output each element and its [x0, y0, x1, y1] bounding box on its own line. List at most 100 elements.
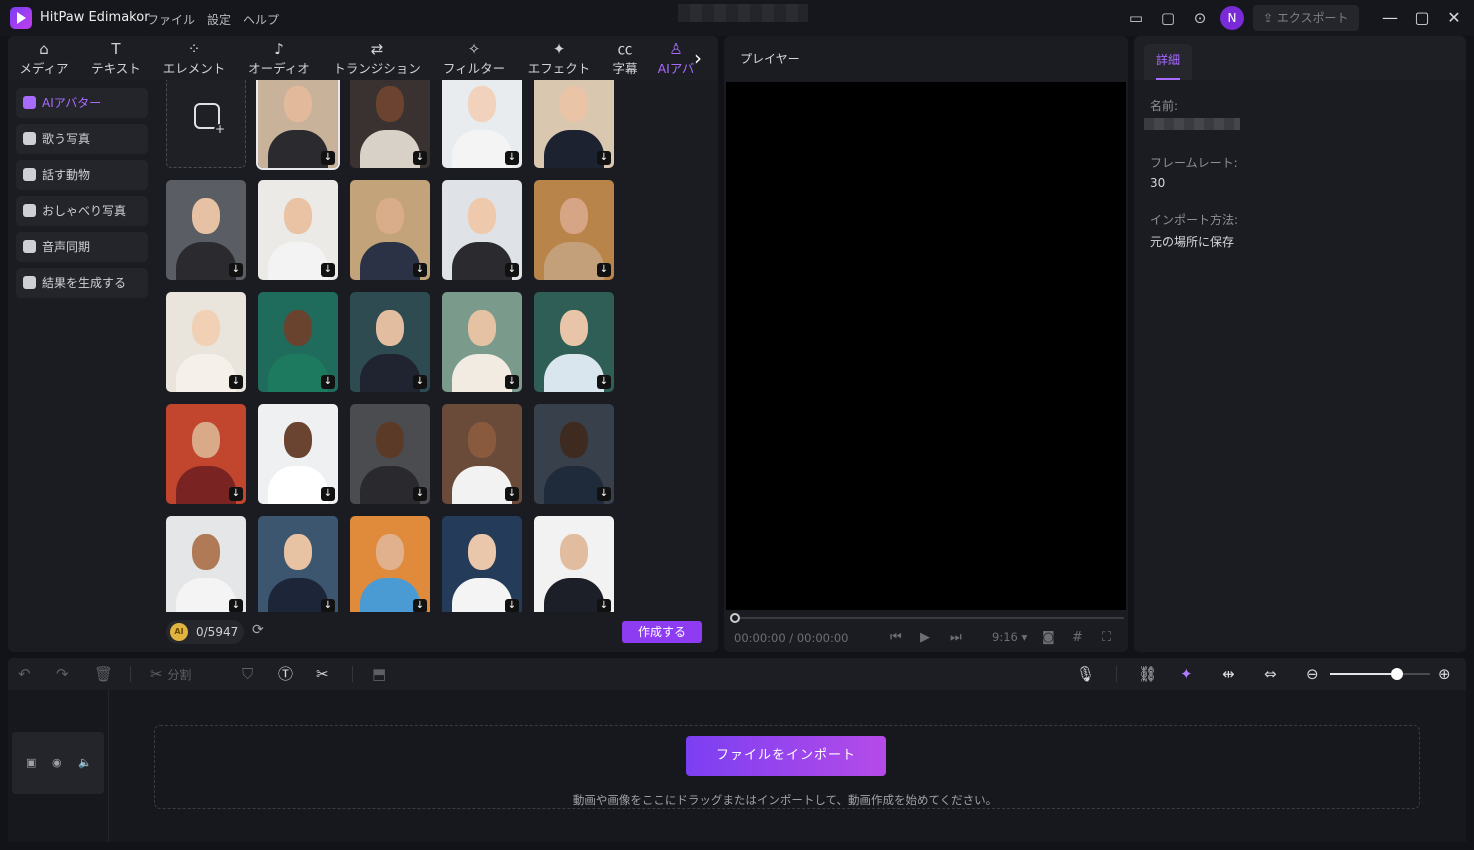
tab-subtitle[interactable]: ㏄字幕 — [610, 40, 640, 77]
next-frame-icon[interactable]: ⏭ — [950, 630, 962, 645]
sidebar-item-singing-photo[interactable]: 歌う写真 — [16, 124, 148, 154]
avatar-thumbnail[interactable]: ↓ — [442, 80, 522, 168]
progress-handle[interactable] — [730, 613, 740, 623]
download-icon[interactable]: ↓ — [229, 487, 243, 501]
avatar-thumbnail[interactable]: ↓ — [442, 404, 522, 504]
undo-icon[interactable]: ↶ — [18, 664, 31, 684]
download-icon[interactable]: ↓ — [505, 151, 519, 165]
smart-cut-icon[interactable]: ✂ — [316, 664, 329, 684]
avatar-thumbnail[interactable]: ↓ — [166, 292, 246, 392]
download-icon[interactable]: ↓ — [413, 487, 427, 501]
avatar-thumbnail[interactable]: ↓ — [350, 80, 430, 168]
tab-filter[interactable]: ✧ フィルター — [440, 40, 508, 77]
close-icon[interactable]: ✕ — [1444, 8, 1464, 28]
download-icon[interactable]: ↓ — [597, 151, 611, 165]
chevron-right-icon[interactable]: › — [694, 46, 702, 70]
aspect-ratio-select[interactable]: 9:16 ▾ — [992, 630, 1027, 644]
download-icon[interactable]: ↓ — [597, 487, 611, 501]
download-icon[interactable]: ↓ — [597, 263, 611, 277]
download-icon[interactable]: ↓ — [229, 599, 243, 612]
fit-icon[interactable]: ⇔ — [1264, 664, 1277, 684]
avatar-thumbnail[interactable]: ↓ — [350, 516, 430, 612]
text-tool-icon[interactable]: Ⓣ — [278, 664, 293, 684]
avatar-thumbnail[interactable]: ↓ — [166, 180, 246, 280]
tab-effect[interactable]: ✦ エフェクト — [524, 40, 594, 77]
microphone-icon[interactable]: 🎙 — [1076, 664, 1095, 684]
sidebar-item-talking-photo[interactable]: おしゃべり写真 — [16, 196, 148, 226]
download-icon[interactable]: ↓ — [229, 375, 243, 389]
add-avatar-button[interactable] — [166, 80, 246, 168]
avatar-thumbnail[interactable]: ↓ — [534, 516, 614, 612]
download-icon[interactable]: ↓ — [413, 375, 427, 389]
tab-text[interactable]: T テキスト — [88, 40, 144, 77]
avatar-thumbnail[interactable]: ↓ — [258, 292, 338, 392]
avatar-thumbnail[interactable]: ↓ — [534, 292, 614, 392]
avatar-thumbnail[interactable]: ↓ — [350, 292, 430, 392]
download-icon[interactable]: ↓ — [413, 599, 427, 612]
menu-settings[interactable]: 設定 — [207, 11, 231, 28]
tab-transition[interactable]: ⇄ トランジション — [330, 40, 424, 77]
download-icon[interactable]: ↓ — [597, 599, 611, 612]
menu-help[interactable]: ヘルプ — [243, 11, 279, 28]
avatar-thumbnail[interactable]: ↓ — [442, 292, 522, 392]
sidebar-item-talking-animal[interactable]: 話す動物 — [16, 160, 148, 190]
snapshot-icon[interactable]: ◙ — [1042, 630, 1055, 645]
zoom-slider-handle[interactable] — [1391, 668, 1403, 680]
download-icon[interactable]: ↓ — [413, 151, 427, 165]
avatar-thumbnail[interactable]: ↓ — [534, 180, 614, 280]
progress-bar[interactable] — [734, 617, 1124, 619]
avatar-thumbnail[interactable]: ↓ — [442, 516, 522, 612]
avatar-thumbnail[interactable]: ↓ — [258, 180, 338, 280]
zoom-out-icon[interactable]: ⊖ — [1306, 664, 1319, 684]
avatar-thumbnail[interactable]: ↓ — [166, 516, 246, 612]
avatar-thumbnail[interactable]: ↓ — [534, 404, 614, 504]
prev-frame-icon[interactable]: ⏮ — [890, 630, 902, 645]
export-clip-icon[interactable]: ⬒ — [372, 664, 386, 684]
layout-icon[interactable]: ▭ — [1126, 8, 1146, 28]
track-lock-icon[interactable]: ▣ — [26, 756, 36, 769]
download-icon[interactable]: ↓ — [597, 375, 611, 389]
download-icon[interactable]: ↓ — [321, 487, 335, 501]
download-icon[interactable]: ↓ — [321, 263, 335, 277]
tab-media[interactable]: ⌂ メディア — [18, 40, 70, 77]
avatar-thumbnail[interactable]: ↓ — [258, 516, 338, 612]
track-visibility-icon[interactable]: ◉ — [52, 756, 62, 769]
user-avatar[interactable]: N — [1220, 6, 1244, 30]
minimize-icon[interactable]: — — [1380, 8, 1400, 28]
sidebar-item-ai-avatar[interactable]: AIアバター — [16, 88, 148, 118]
play-icon[interactable]: ▶ — [920, 630, 930, 645]
import-file-button[interactable]: ファイルをインポート — [686, 736, 886, 776]
download-icon[interactable]: ⊙ — [1190, 8, 1210, 28]
download-icon[interactable]: ↓ — [505, 375, 519, 389]
redo-icon[interactable]: ↷ — [56, 664, 69, 684]
download-icon[interactable]: ↓ — [321, 599, 335, 612]
download-icon[interactable]: ↓ — [321, 151, 335, 165]
fullscreen-icon[interactable]: ⛶ — [1102, 630, 1111, 645]
ai-track-icon[interactable]: ✦ — [1180, 664, 1193, 684]
crop-icon[interactable]: # — [1072, 630, 1083, 645]
avatar-thumbnail[interactable]: ↓ — [350, 404, 430, 504]
sidebar-item-results[interactable]: 結果を生成する — [16, 268, 148, 298]
split-track-icon[interactable]: ⇹ — [1222, 664, 1235, 684]
avatar-thumbnail[interactable]: ↓ — [442, 180, 522, 280]
player-screen[interactable] — [726, 82, 1126, 610]
avatar-thumbnail[interactable]: ↓ — [350, 180, 430, 280]
delete-icon[interactable]: 🗑 — [94, 664, 113, 684]
feedback-icon[interactable]: ▢ — [1158, 8, 1178, 28]
tab-details[interactable]: 詳細 — [1144, 44, 1192, 80]
avatar-thumbnail[interactable]: ↓ — [534, 80, 614, 168]
zoom-in-icon[interactable]: ⊕ — [1438, 664, 1451, 684]
export-button[interactable]: ⇪ エクスポート — [1253, 5, 1359, 31]
download-icon[interactable]: ↓ — [505, 599, 519, 612]
tab-ai-avatar[interactable]: ♙ AIアバ — [656, 40, 696, 77]
split-button[interactable]: ✂ 分割 — [150, 664, 191, 685]
sidebar-item-lip-sync[interactable]: 音声同期 — [16, 232, 148, 262]
download-icon[interactable]: ↓ — [505, 487, 519, 501]
mask-icon[interactable]: ⛉ — [242, 664, 253, 684]
link-icon[interactable]: ⛓ — [1138, 664, 1157, 684]
download-icon[interactable]: ↓ — [413, 263, 427, 277]
menu-file[interactable]: ファイル — [147, 11, 195, 28]
maximize-icon[interactable]: ▢ — [1412, 8, 1432, 28]
download-icon[interactable]: ↓ — [229, 263, 243, 277]
create-button[interactable]: 作成する — [622, 621, 702, 643]
